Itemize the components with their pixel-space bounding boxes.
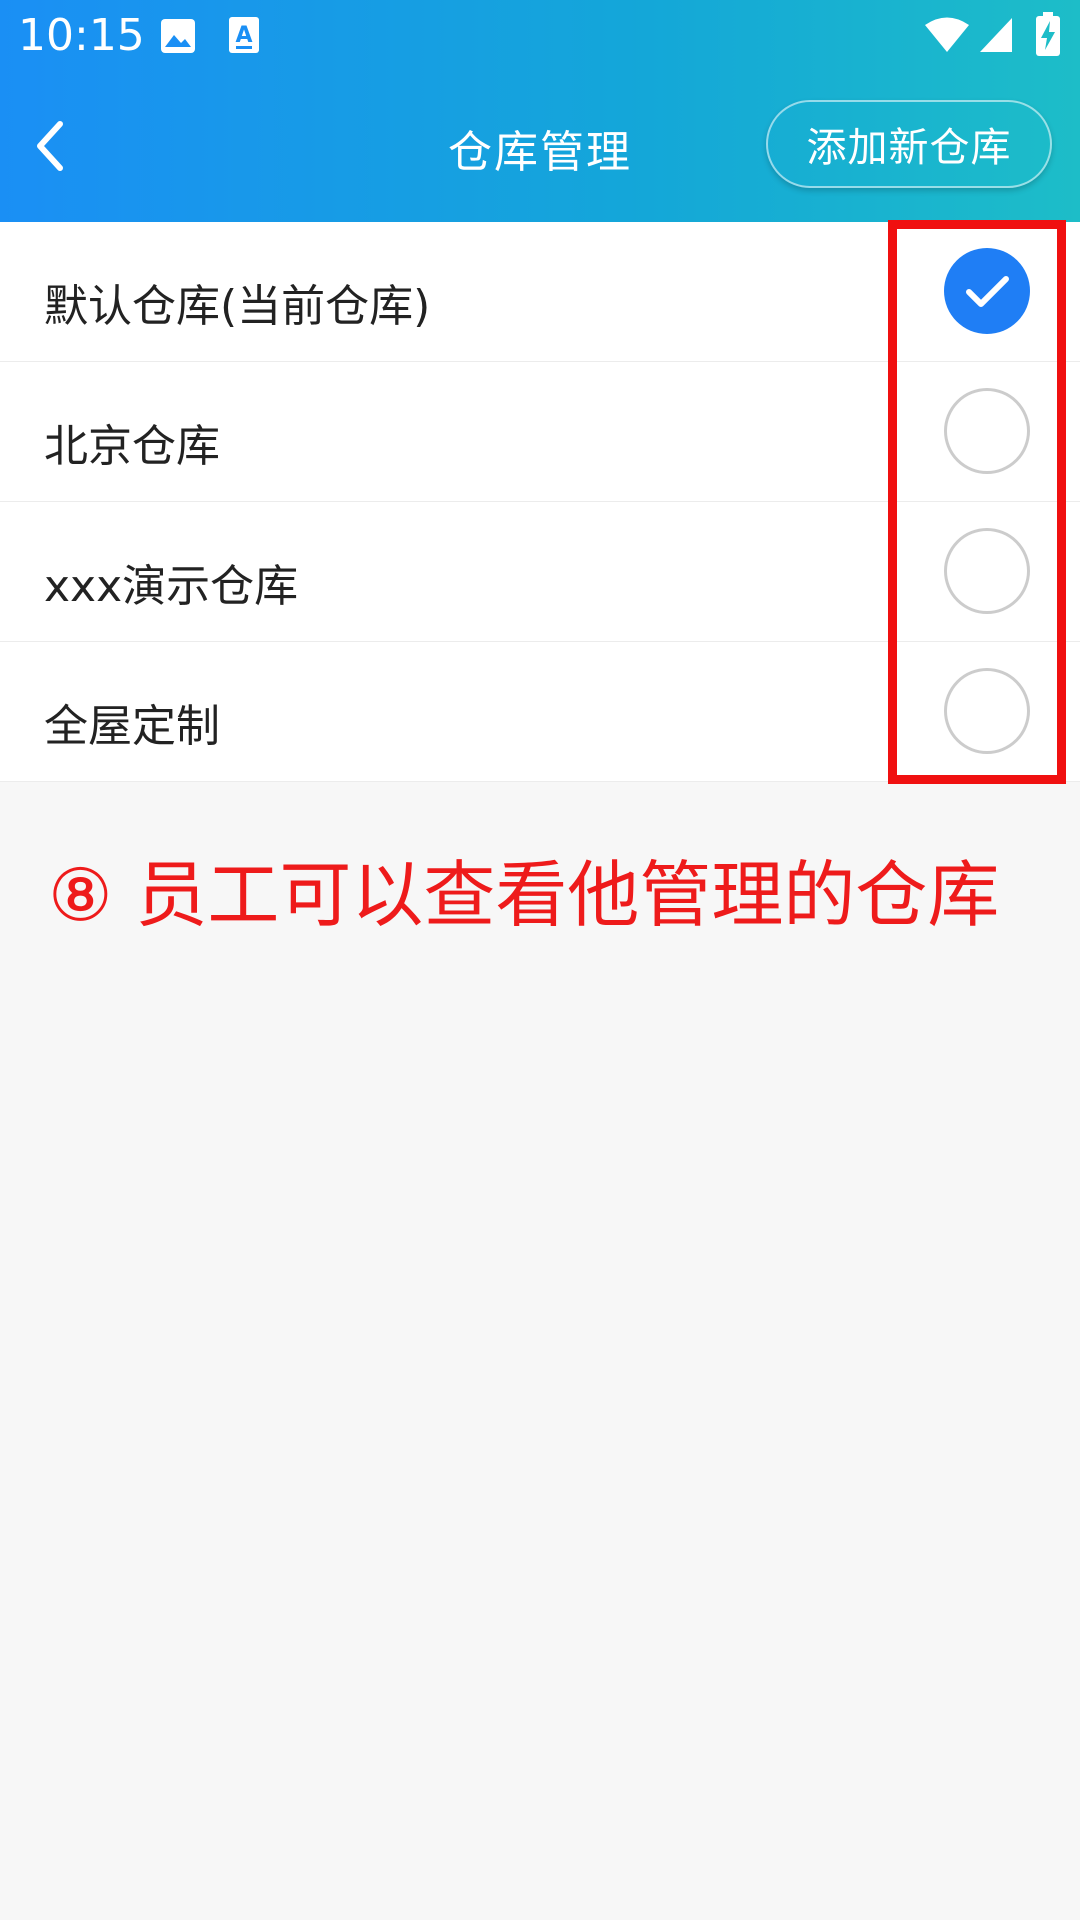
checkmark-icon <box>966 276 1009 307</box>
warehouse-label: 默认仓库(当前仓库) <box>44 281 431 332</box>
list-item[interactable]: 默认仓库(当前仓库) <box>0 222 1080 362</box>
warehouse-label: 北京仓库 <box>44 421 220 472</box>
add-warehouse-button[interactable]: 添加新仓库 <box>766 100 1052 188</box>
radio-unchecked[interactable] <box>944 388 1030 474</box>
status-time: 10:15 <box>18 10 145 61</box>
list-item[interactable]: 北京仓库 <box>0 362 1080 502</box>
signal-icon <box>980 18 1012 52</box>
text-a-icon: A <box>229 17 259 53</box>
radio-checked[interactable] <box>944 248 1030 334</box>
image-icon <box>161 19 195 53</box>
app-header: 10:15 A 仓库管理 添加新仓库 <box>0 0 1080 222</box>
list-item[interactable]: 全屋定制 <box>0 642 1080 782</box>
annotation-text: ⑧ 员工可以查看他管理的仓库 <box>48 853 1000 937</box>
chevron-left-icon <box>37 121 63 171</box>
battery-charging-icon <box>1036 12 1060 56</box>
nav-bar: 仓库管理 添加新仓库 <box>0 74 1080 222</box>
warehouse-list: 默认仓库(当前仓库) 北京仓库 xxx演示仓库 全屋定制 <box>0 222 1080 782</box>
warehouse-label: 全屋定制 <box>44 701 220 752</box>
wifi-icon <box>925 17 969 52</box>
radio-unchecked[interactable] <box>944 668 1030 754</box>
page-title: 仓库管理 <box>448 127 632 178</box>
list-item[interactable]: xxx演示仓库 <box>0 502 1080 642</box>
radio-unchecked[interactable] <box>944 528 1030 614</box>
back-button[interactable] <box>18 106 88 186</box>
status-bar: 10:15 A <box>0 0 1080 74</box>
warehouse-label: xxx演示仓库 <box>44 561 299 612</box>
svg-text:A: A <box>235 23 252 48</box>
